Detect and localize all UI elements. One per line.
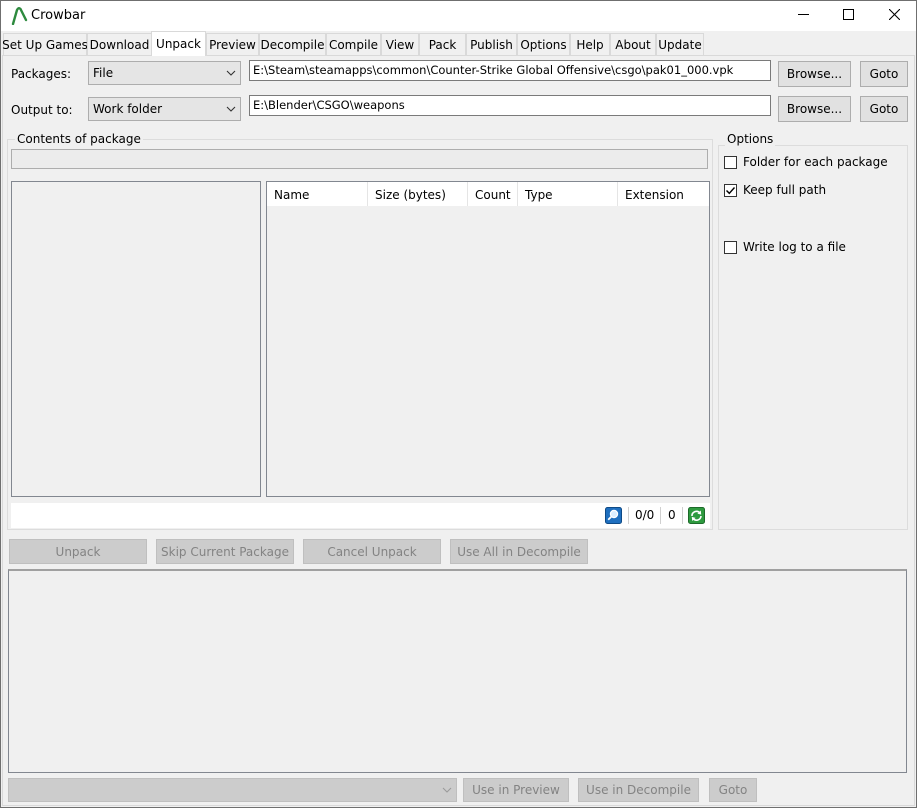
column-header-size[interactable]: Size (bytes) bbox=[368, 182, 468, 206]
write-log-checkbox[interactable] bbox=[724, 241, 737, 254]
folder-each-package-checkbox[interactable] bbox=[724, 156, 737, 169]
maximize-icon bbox=[842, 9, 854, 23]
status-total-size: 0 bbox=[668, 508, 676, 522]
output-mode-select[interactable]: Work folder bbox=[88, 97, 241, 121]
tab-update[interactable]: Update bbox=[656, 33, 704, 55]
packages-label: Packages: bbox=[11, 67, 72, 81]
tab-unpack[interactable]: Unpack bbox=[151, 31, 206, 56]
close-button[interactable] bbox=[871, 1, 917, 31]
output-browse-button[interactable]: Browse... bbox=[778, 96, 851, 122]
packages-browse-button[interactable]: Browse... bbox=[778, 61, 851, 87]
tab-options[interactable]: Options bbox=[517, 33, 570, 55]
skip-current-package-button[interactable]: Skip Current Package bbox=[156, 539, 294, 564]
refresh-icon[interactable] bbox=[688, 507, 705, 524]
tab-compile[interactable]: Compile bbox=[326, 33, 381, 55]
tab-preview[interactable]: Preview bbox=[206, 33, 259, 55]
window-title: Crowbar bbox=[31, 8, 86, 23]
close-icon bbox=[888, 8, 900, 23]
column-header-type[interactable]: Type bbox=[518, 182, 618, 206]
package-folder-tree[interactable] bbox=[11, 181, 261, 497]
minimize-button[interactable] bbox=[780, 1, 826, 31]
packages-path-input[interactable]: E:\Steam\steamapps\common\Counter-Strike… bbox=[249, 60, 771, 81]
use-in-preview-button[interactable]: Use in Preview bbox=[463, 778, 569, 802]
tab-decompile[interactable]: Decompile bbox=[259, 33, 326, 55]
column-header-count[interactable]: Count bbox=[468, 182, 518, 206]
package-file-list[interactable]: Name Size (bytes) Count Type Extension bbox=[266, 181, 710, 497]
tab-publish[interactable]: Publish bbox=[466, 33, 517, 55]
cancel-unpack-button[interactable]: Cancel Unpack bbox=[303, 539, 441, 564]
title-bar[interactable]: Crowbar bbox=[0, 0, 917, 31]
packages-goto-button[interactable]: Goto bbox=[860, 61, 908, 87]
output-mode-value: Work folder bbox=[93, 102, 163, 116]
status-separator bbox=[660, 507, 661, 524]
output-path-input[interactable]: E:\Blender\CSGO\weapons bbox=[249, 95, 771, 116]
unpacked-output-select[interactable] bbox=[8, 778, 457, 802]
crowbar-logo-icon bbox=[10, 7, 28, 26]
chevron-down-icon bbox=[226, 103, 236, 113]
use-in-decompile-button[interactable]: Use in Decompile bbox=[578, 778, 699, 802]
status-separator bbox=[682, 507, 683, 524]
write-log-label[interactable]: Write log to a file bbox=[743, 240, 846, 254]
unpack-log-textarea[interactable] bbox=[8, 569, 907, 773]
status-separator bbox=[628, 507, 629, 524]
chevron-down-icon bbox=[442, 784, 452, 794]
tab-about[interactable]: About bbox=[610, 33, 656, 55]
folder-each-package-label[interactable]: Folder for each package bbox=[743, 155, 888, 169]
search-icon[interactable] bbox=[605, 507, 622, 524]
bottom-goto-button[interactable]: Goto bbox=[709, 778, 757, 802]
tab-view[interactable]: View bbox=[381, 33, 419, 55]
tab-help[interactable]: Help bbox=[570, 33, 610, 55]
column-header-extension[interactable]: Extension bbox=[618, 182, 709, 206]
minimize-icon bbox=[797, 9, 809, 23]
tab-pack[interactable]: Pack bbox=[419, 33, 466, 55]
keep-full-path-checkbox[interactable] bbox=[724, 184, 737, 197]
output-label: Output to: bbox=[11, 103, 73, 117]
output-goto-button[interactable]: Goto bbox=[860, 96, 908, 122]
status-file-count: 0/0 bbox=[635, 508, 655, 522]
tab-set-up-games[interactable]: Set Up Games bbox=[2, 33, 88, 55]
unpack-button[interactable]: Unpack bbox=[9, 539, 147, 564]
tab-download[interactable]: Download bbox=[87, 33, 152, 55]
checkmark-icon bbox=[726, 187, 736, 195]
keep-full-path-label[interactable]: Keep full path bbox=[743, 183, 826, 197]
options-group-title: Options bbox=[725, 132, 776, 146]
chevron-down-icon bbox=[226, 67, 236, 77]
packages-mode-value: File bbox=[93, 66, 114, 80]
use-all-in-decompile-button[interactable]: Use All in Decompile bbox=[450, 539, 588, 564]
maximize-button[interactable] bbox=[825, 1, 871, 31]
options-groupbox bbox=[718, 145, 908, 530]
column-header-name[interactable]: Name bbox=[267, 182, 368, 206]
packages-mode-select[interactable]: File bbox=[88, 61, 241, 85]
package-path-field[interactable] bbox=[11, 149, 708, 169]
contents-group-title: Contents of package bbox=[15, 132, 143, 146]
